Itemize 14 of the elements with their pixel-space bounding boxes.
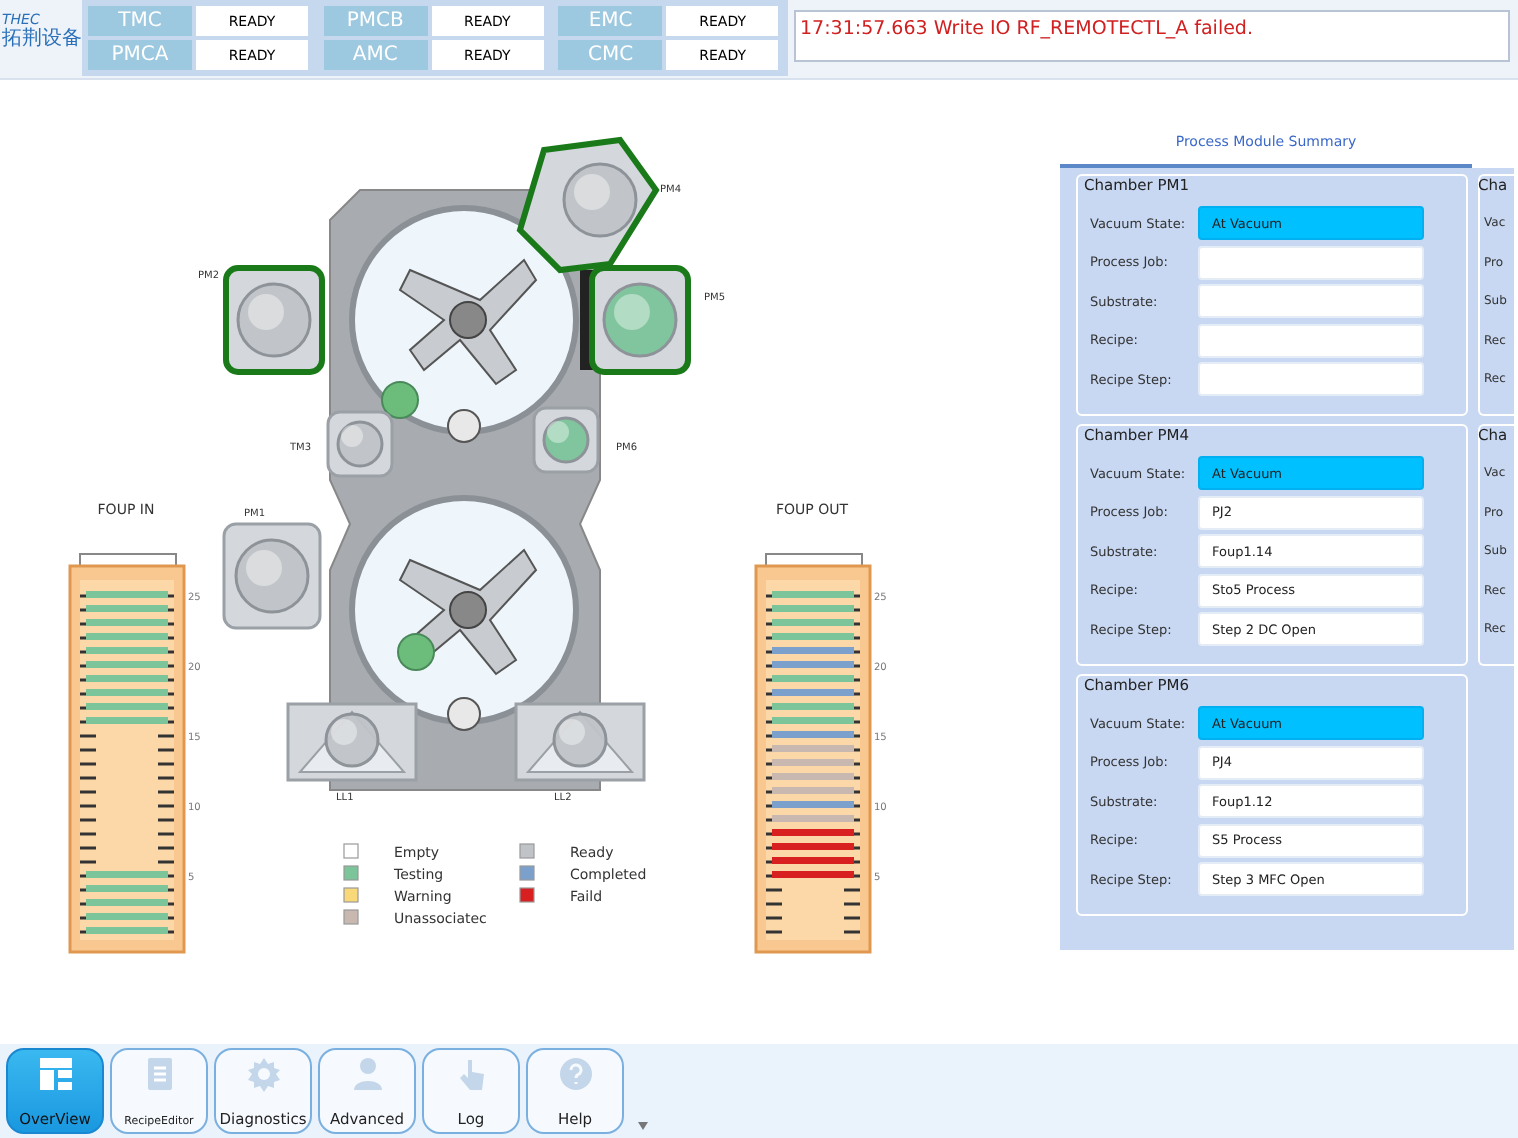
person-icon	[351, 1056, 383, 1092]
module-name: AMC	[323, 40, 428, 70]
grid-icon	[37, 1056, 73, 1092]
help-icon	[557, 1056, 593, 1092]
caret-icon	[638, 1122, 648, 1130]
module-name: TMC	[88, 6, 192, 36]
module-name: PMCB	[323, 6, 428, 36]
error-message: 17:31:57.663 Write IO RF_REMOTECTL_A failed.	[794, 10, 1510, 62]
module-name: CMC	[558, 40, 663, 70]
module-name: EMC	[558, 6, 663, 36]
module-name: PMCA	[88, 40, 192, 70]
document-icon	[143, 1056, 175, 1092]
gear-icon	[245, 1056, 281, 1092]
hand-icon	[457, 1056, 485, 1092]
